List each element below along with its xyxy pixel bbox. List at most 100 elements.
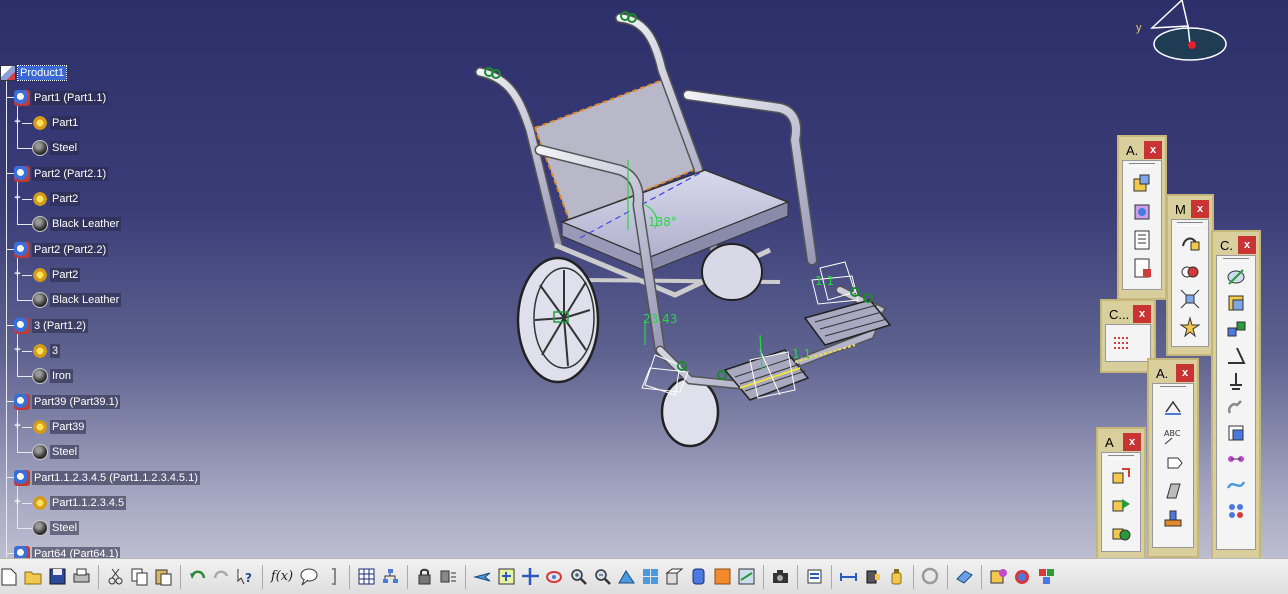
part-instance-label[interactable]: 3 (Part1.2) <box>32 319 88 333</box>
flexible-rigid-icon[interactable] <box>1225 448 1247 470</box>
expand-plus-icon[interactable]: + <box>13 193 22 204</box>
shading-icon[interactable] <box>689 567 708 586</box>
material-label[interactable]: Steel <box>50 141 80 155</box>
publication-icon[interactable] <box>1110 493 1132 515</box>
tree-node-material[interactable]: Iron <box>32 367 73 385</box>
offset-constraint-icon[interactable] <box>1225 318 1247 340</box>
rotate-icon[interactable] <box>545 567 564 586</box>
toolbar-header[interactable]: A. x <box>1122 140 1162 160</box>
expand-plus-icon[interactable]: + <box>13 269 22 280</box>
tree-root-label[interactable]: Product1 <box>16 65 68 81</box>
tree-node-root[interactable]: Product1 <box>0 64 68 82</box>
part-instance-label[interactable]: Part2 (Part2.2) <box>32 243 109 257</box>
text-annotation-icon[interactable]: ABC <box>1162 424 1184 446</box>
toolbar-grip[interactable] <box>1177 222 1203 226</box>
tree-node-part[interactable]: Part2 (Part2.1) <box>14 165 109 183</box>
floating-toolbar-annotations[interactable]: A. x ABC <box>1147 358 1199 558</box>
swap-visible-space-icon[interactable] <box>737 567 756 586</box>
stop-manipulate-icon[interactable] <box>1179 316 1201 338</box>
table-icon[interactable] <box>357 567 376 586</box>
fly-mode-icon[interactable] <box>473 567 492 586</box>
close-icon[interactable]: x <box>1191 200 1209 218</box>
existing-component-icon[interactable] <box>1131 173 1153 195</box>
tree-node-body[interactable]: Part2 <box>32 190 81 208</box>
tree-node-part[interactable]: 3 (Part1.2) <box>14 317 88 335</box>
body-label[interactable]: Part2 <box>50 192 81 206</box>
update-icon[interactable] <box>1110 465 1132 487</box>
quick-constraint-icon[interactable] <box>1225 422 1247 444</box>
open-folder-icon[interactable] <box>24 567 43 586</box>
close-icon[interactable]: x <box>1123 433 1141 451</box>
apply-material-icon[interactable] <box>805 567 824 586</box>
save-icon[interactable] <box>48 567 67 586</box>
close-icon[interactable]: x <box>1238 236 1256 254</box>
update-all-icon[interactable] <box>921 567 940 586</box>
material-label[interactable]: Steel <box>50 521 80 535</box>
zoom-out-icon[interactable] <box>593 567 612 586</box>
body-label[interactable]: Part1 <box>50 116 81 130</box>
tree-node-material[interactable]: Steel <box>32 443 80 461</box>
material-label[interactable]: Black Leather <box>50 293 122 307</box>
close-icon[interactable]: x <box>1144 141 1162 159</box>
tree-node-material[interactable]: Steel <box>32 519 80 537</box>
measure-inertia-icon[interactable] <box>887 567 906 586</box>
body-label[interactable]: Part2 <box>50 268 81 282</box>
material-label[interactable]: Iron <box>50 369 73 383</box>
tree-node-body[interactable]: Part39 <box>32 418 87 436</box>
tree-node-part[interactable]: Part39 (Part39.1) <box>14 393 121 411</box>
undo-icon[interactable] <box>188 567 207 586</box>
toolbar-header[interactable]: M x <box>1171 199 1209 219</box>
floating-toolbar-assembly[interactable]: A. x <box>1117 135 1167 300</box>
capture-camera-icon[interactable] <box>771 567 790 586</box>
formula-button[interactable]: f(x) <box>270 569 294 584</box>
expand-plus-icon[interactable]: + <box>13 421 22 432</box>
workbench-icon[interactable] <box>1037 567 1056 586</box>
tree-node-body[interactable]: Part1 <box>32 114 81 132</box>
clash-analysis-icon[interactable] <box>1110 521 1132 543</box>
toolbar-header[interactable]: A x <box>1101 432 1141 452</box>
tree-node-body[interactable]: 3 <box>32 342 61 360</box>
copy-icon[interactable] <box>130 567 149 586</box>
coincidence-constraint-icon[interactable] <box>1225 266 1247 288</box>
view-compass[interactable]: y <box>1130 0 1240 80</box>
close-icon[interactable]: x <box>1176 364 1194 382</box>
annotation-plane-icon[interactable] <box>1162 480 1184 502</box>
toolbar-header[interactable]: C. x <box>1216 235 1256 255</box>
angle-constraint-icon[interactable] <box>1225 344 1247 366</box>
compass-icon[interactable] <box>1130 0 1240 80</box>
multi-view-icon[interactable] <box>641 567 660 586</box>
toolbar-grip[interactable] <box>1129 163 1155 167</box>
toolbar-grip[interactable] <box>1108 455 1134 459</box>
part-instance-label[interactable]: Part2 (Part2.1) <box>32 167 109 181</box>
expand-plus-icon[interactable]: + <box>13 345 22 356</box>
flag-note-icon[interactable] <box>1162 452 1184 474</box>
weld-feature-icon[interactable] <box>1162 396 1184 418</box>
angle-dimension[interactable]: 138° <box>648 215 677 229</box>
floating-toolbar-move[interactable]: M x <box>1166 194 1214 356</box>
tree-node-part[interactable]: Part2 (Part2.2) <box>14 241 109 259</box>
pan-icon[interactable] <box>521 567 540 586</box>
comment-icon[interactable] <box>299 567 318 586</box>
offset-dimension[interactable]: 1.1 <box>792 347 811 361</box>
tree-node-material[interactable]: Steel <box>32 139 80 157</box>
toolbar-grip[interactable] <box>1160 386 1186 390</box>
material-label[interactable]: Black Leather <box>50 217 122 231</box>
length-dimension[interactable]: 23.43 <box>643 312 677 326</box>
measure-item-icon[interactable] <box>863 567 882 586</box>
manipulation-icon[interactable] <box>1179 232 1201 254</box>
part-instance-label[interactable]: Part1.1.2.3.4.5 (Part1.1.2.3.4.5.1) <box>32 471 200 485</box>
toolbar-header[interactable]: A. x <box>1152 363 1194 383</box>
wheelchair-3d-model[interactable]: 138° 23.43 1.1 1.1 <box>440 0 920 470</box>
isometric-view-icon[interactable] <box>665 567 684 586</box>
tree-node-material[interactable]: Black Leather <box>32 291 122 309</box>
body-label[interactable]: Part1.1.2.3.4.5 <box>50 496 127 510</box>
measure-between-icon[interactable] <box>839 567 858 586</box>
lock-icon[interactable] <box>415 567 434 586</box>
render-icon[interactable] <box>1013 567 1032 586</box>
part-instance-label[interactable]: Part1 (Part1.1) <box>32 91 109 105</box>
parameter-icon[interactable] <box>323 567 342 586</box>
floating-toolbar-analysis[interactable]: A x <box>1096 427 1146 562</box>
tree-node-material[interactable]: Black Leather <box>32 215 122 233</box>
tree-node-body[interactable]: Part2 <box>32 266 81 284</box>
close-icon[interactable]: x <box>1133 305 1151 323</box>
